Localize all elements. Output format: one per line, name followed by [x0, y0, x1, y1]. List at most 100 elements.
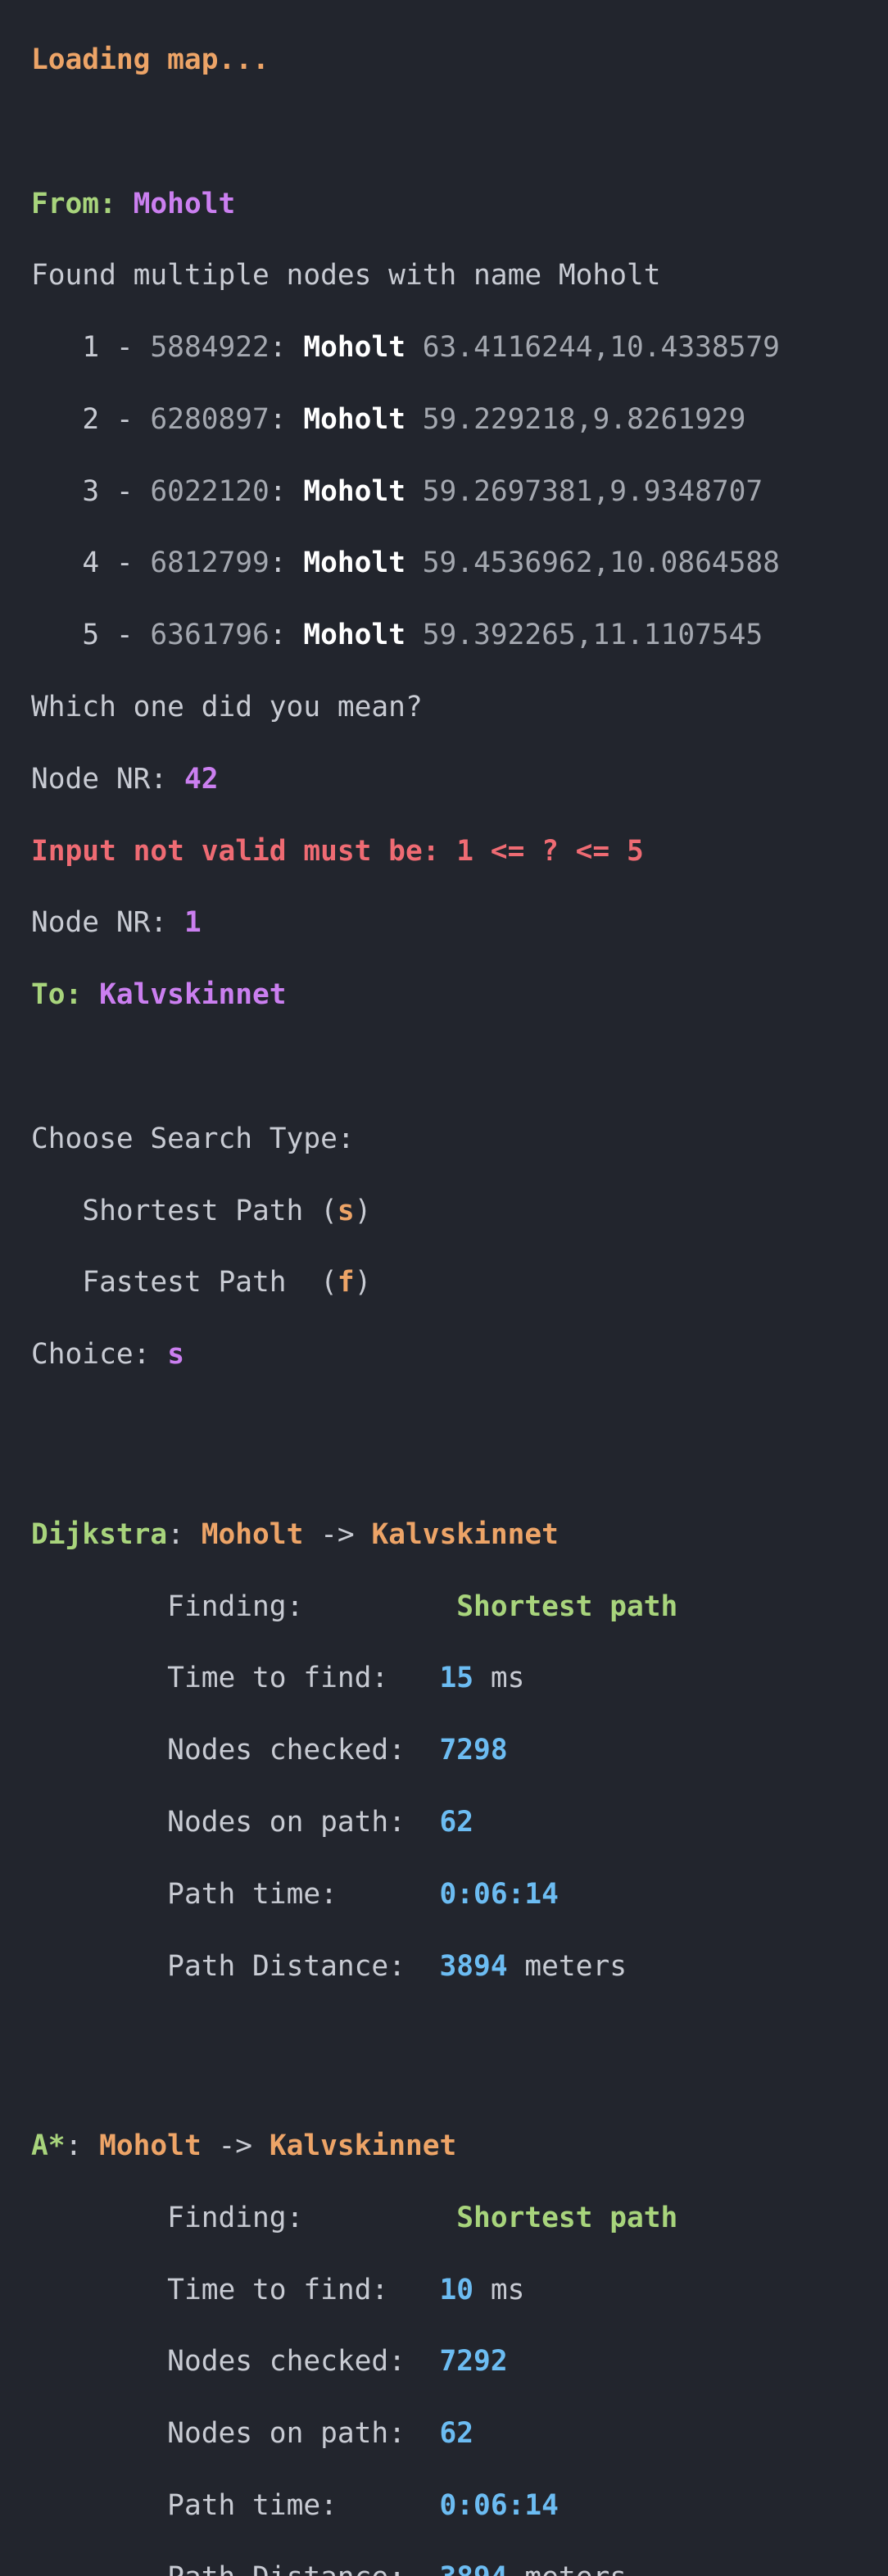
multiple-nodes-text: Found multiple nodes with name Moholt — [31, 259, 661, 293]
node-option: 4 - 6812799: Moholt 59.4536962,10.086458… — [82, 546, 780, 580]
node-option: 3 - 6022120: Moholt 59.2697381,9.9348707 — [82, 474, 763, 508]
node-nr-prompt[interactable]: Node NR: 42 — [31, 762, 780, 798]
result-row-onpath: Nodes on path: 62 — [31, 1805, 780, 1841]
stat-unit: ms — [490, 2273, 525, 2306]
result-row-time: Time to find: 10 ms — [31, 2273, 780, 2309]
from-label: From: — [31, 187, 116, 220]
stat-label: Time to find: — [167, 1662, 389, 1695]
node-index: 3 — [82, 474, 100, 508]
which-prompt-line: Which one did you mean? — [31, 690, 780, 726]
stat-label: Path Distance: — [167, 2561, 405, 2576]
result-header: Dijkstra: Moholt -> Kalvskinnet — [31, 1517, 559, 1551]
stat-value: 0:06:14 — [439, 2489, 559, 2523]
stat-label: Nodes checked: — [167, 1734, 405, 1767]
route-to: Kalvskinnet — [269, 2129, 457, 2163]
node-index: 2 — [82, 402, 100, 436]
node-id: 6022120 — [150, 474, 270, 508]
node-index: 5 — [82, 619, 100, 652]
stat-label: Finding: — [167, 1590, 304, 1623]
loading-line: Loading map... — [31, 43, 780, 79]
node-name: Moholt — [303, 619, 405, 652]
node-nr-label: Node NR: — [31, 762, 168, 796]
node-coords: 63.4116244,10.4338579 — [422, 331, 780, 365]
search-option-label: Shortest Path — [82, 1194, 304, 1227]
stat-value: 7292 — [439, 2345, 508, 2379]
result-row-distance: Path Distance: 3894 meters — [31, 1949, 780, 1985]
node-name: Moholt — [303, 402, 405, 436]
result-row-finding: Finding: Shortest path — [31, 2201, 780, 2237]
search-option-key: f — [337, 1266, 355, 1299]
stat-label: Nodes on path: — [167, 1805, 405, 1839]
result-row-pathtime: Path time: 0:06:14 — [31, 2488, 780, 2524]
to-line: To: Kalvskinnet — [31, 977, 780, 1014]
stat-value: 62 — [439, 2417, 474, 2451]
choice-prompt[interactable]: Choice: s — [31, 1337, 780, 1373]
route-arrow: -> — [320, 1517, 355, 1551]
result-row-onpath: Nodes on path: 62 — [31, 2416, 780, 2452]
node-nr-label: Node NR: — [31, 906, 168, 940]
stat-value: 3894 — [439, 1949, 508, 1983]
node-option: 2 - 6280897: Moholt 59.229218,9.8261929 — [82, 402, 746, 436]
loading-text: Loading map... — [31, 43, 270, 76]
node-option: 1 - 5884922: Moholt 63.4116244,10.433857… — [82, 331, 780, 365]
stat-value: 62 — [439, 1805, 474, 1839]
node-id: 6812799 — [150, 546, 270, 580]
choice-input-value[interactable]: s — [167, 1338, 184, 1371]
terminal-output: Loading map... From: Moholt Found multip… — [31, 7, 780, 2576]
which-prompt: Which one did you mean? — [31, 691, 423, 724]
stat-label: Path Distance: — [167, 1949, 405, 1983]
result-row-finding: Finding: Shortest path — [31, 1590, 780, 1626]
stat-value: 15 — [439, 1662, 474, 1695]
result-row-checked: Nodes checked: 7292 — [31, 2344, 780, 2380]
node-coords: 59.4536962,10.0864588 — [422, 546, 780, 580]
node-coords: 59.229218,9.8261929 — [422, 402, 746, 436]
choice-label: Choice: — [31, 1338, 151, 1372]
node-index: 4 — [82, 546, 100, 580]
node-nr-input-value[interactable]: 42 — [184, 763, 219, 796]
route-from: Moholt — [201, 1517, 304, 1551]
node-index: 1 — [82, 331, 100, 365]
from-line: From: Moholt — [31, 187, 780, 223]
search-type-prompt-line: Choose Search Type: — [31, 1122, 780, 1158]
stat-label: Nodes checked: — [167, 2345, 405, 2379]
result-row-pathtime: Path time: 0:06:14 — [31, 1877, 780, 1913]
node-name: Moholt — [303, 331, 405, 365]
error-line: Input not valid must be: 1 <= ? <= 5 — [31, 834, 780, 870]
stat-label: Nodes on path: — [167, 2417, 405, 2451]
stat-unit: meters — [524, 1949, 627, 1983]
route-arrow: -> — [218, 2129, 253, 2163]
search-option-label: Fastest Path — [82, 1266, 304, 1299]
search-option-shortest: Shortest Path (s) — [82, 1194, 372, 1227]
from-value: Moholt — [133, 187, 236, 220]
stat-value: Shortest path — [456, 2201, 678, 2234]
search-option-key: s — [337, 1194, 355, 1227]
node-nr-prompt[interactable]: Node NR: 1 — [31, 905, 780, 941]
node-name: Moholt — [303, 474, 405, 508]
node-option: 5 - 6361796: Moholt 59.392265,11.1107545 — [82, 619, 763, 652]
search-option-fastest: Fastest Path (f) — [82, 1266, 372, 1299]
result-header: A*: Moholt -> Kalvskinnet — [31, 2129, 457, 2163]
node-name: Moholt — [303, 546, 405, 580]
stat-value: 10 — [439, 2273, 474, 2306]
node-coords: 59.2697381,9.9348707 — [422, 474, 763, 508]
search-type-prompt: Choose Search Type: — [31, 1122, 355, 1155]
node-id: 6280897 — [150, 402, 270, 436]
algorithm-name: A* — [31, 2129, 66, 2163]
error-message: Input not valid must be: 1 <= ? <= 5 — [31, 834, 644, 868]
to-value: Kalvskinnet — [99, 978, 287, 1012]
stat-label: Path time: — [167, 1877, 338, 1911]
stat-label: Path time: — [167, 2489, 338, 2523]
node-nr-input-value[interactable]: 1 — [184, 906, 202, 939]
result-row-distance: Path Distance: 3894 meters — [31, 2560, 780, 2576]
stat-value: 3894 — [440, 2561, 508, 2576]
stat-label: Time to find: — [167, 2273, 389, 2306]
route-from: Moholt — [99, 2129, 202, 2163]
stat-value: 0:06:14 — [439, 1877, 559, 1911]
node-coords: 59.392265,11.1107545 — [422, 619, 763, 652]
algorithm-name: Dijkstra — [31, 1517, 168, 1551]
node-id: 5884922 — [150, 331, 270, 365]
